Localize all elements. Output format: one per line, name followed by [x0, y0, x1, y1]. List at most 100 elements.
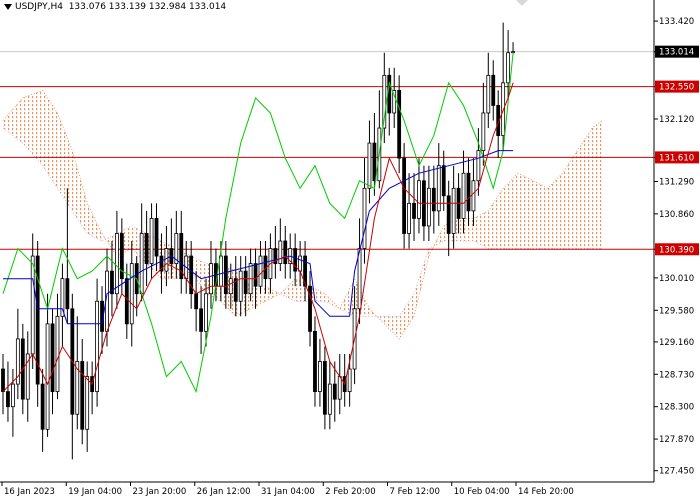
candle [382, 52, 387, 144]
candle-body [85, 376, 90, 430]
y-tick-label: 130.390 [659, 245, 694, 255]
candle [278, 218, 283, 272]
y-tick-label: 128.300 [659, 403, 694, 413]
y-tick-label: 131.290 [659, 178, 694, 188]
candle-body [337, 376, 342, 400]
candle-body [80, 361, 85, 430]
candle-body [144, 233, 149, 264]
y-tick-label: 132.120 [659, 115, 694, 125]
candle-body [318, 361, 322, 393]
candle-body [11, 383, 15, 408]
candle-body [362, 187, 367, 249]
candle [367, 120, 372, 204]
candle-body [40, 383, 45, 430]
candle [45, 293, 50, 437]
candle [273, 225, 278, 279]
candle-body [223, 255, 228, 295]
candle-body [45, 323, 50, 430]
candle [501, 22, 506, 151]
candle [491, 60, 496, 121]
candle [313, 316, 317, 407]
candle-body [139, 233, 144, 295]
candle [446, 180, 451, 257]
candle [124, 263, 129, 339]
candle [407, 173, 411, 249]
candle-body [357, 248, 362, 310]
candle-body [149, 218, 154, 264]
candle-body [283, 240, 288, 264]
candle [114, 210, 119, 309]
price-chart[interactable]: 133.420 133.014 132.550 132.120 131.610 131.2… [0, 0, 700, 500]
candle-body [347, 368, 352, 393]
candle-body [476, 150, 481, 182]
candle-body [481, 112, 486, 152]
candle-body [30, 255, 35, 355]
candle-body [417, 180, 421, 219]
candle-body [491, 74, 496, 106]
candle [60, 263, 65, 347]
candle [179, 210, 184, 294]
candle-body [367, 142, 372, 189]
candle-body [322, 361, 327, 415]
ichimoku-lines [2, 52, 514, 394]
candle [25, 331, 30, 422]
candle-body [258, 255, 263, 287]
candle [248, 248, 253, 302]
candle-body [164, 248, 169, 272]
candle [441, 150, 446, 211]
candle [30, 233, 35, 370]
x-tick-label: 26 Jan 12:00 [197, 487, 251, 497]
candle [40, 369, 45, 452]
candle [209, 241, 213, 309]
chikou-line [2, 52, 514, 394]
x-tick-label: 14 Feb 20:00 [518, 487, 574, 497]
candle [417, 158, 421, 234]
candle-body [446, 195, 451, 234]
candle-body [372, 142, 377, 182]
candle [308, 271, 312, 347]
candle [50, 308, 55, 415]
y-tick-label: 127.450 [659, 467, 694, 477]
candle [337, 353, 342, 415]
x-tick-label: 19 Jan 04:00 [68, 487, 122, 497]
x-tick-label: 16 Jan 2023 [4, 487, 55, 497]
candle-body [407, 202, 411, 234]
candle [481, 82, 486, 166]
candle-body [6, 391, 10, 408]
y-tick-label: 127.870 [659, 435, 694, 445]
candle-body [436, 165, 441, 212]
candle-body [243, 270, 248, 295]
candle-body [129, 263, 134, 325]
candle-body [1, 368, 5, 393]
candle [6, 361, 10, 422]
candle-body [238, 270, 243, 302]
candle-body [471, 180, 476, 212]
candle [129, 241, 134, 347]
candle [327, 361, 332, 430]
candle-body [387, 74, 392, 114]
x-tick-label: 2 Feb 20:00 [325, 487, 375, 497]
y-tick-label: 128.730 [659, 370, 694, 380]
candle-body [426, 187, 431, 227]
candle [35, 241, 40, 407]
candle [110, 241, 114, 317]
candle-body [253, 263, 258, 287]
shift-marker-icon [516, 0, 528, 6]
candle [377, 90, 382, 189]
candle-body [486, 74, 491, 114]
y-tick-label: 130.860 [659, 210, 694, 220]
candle-body [506, 52, 511, 84]
candle [119, 218, 124, 294]
candle [436, 143, 441, 226]
candle-body [124, 278, 129, 325]
y-tick-label: 133.014 [659, 48, 694, 58]
candle-body [114, 233, 119, 295]
candle [70, 293, 75, 460]
candle [90, 361, 95, 415]
candle [402, 143, 407, 249]
candle [85, 361, 90, 452]
candle [80, 338, 85, 445]
candle-body [204, 293, 208, 332]
candle [15, 308, 20, 400]
candle [1, 353, 5, 415]
